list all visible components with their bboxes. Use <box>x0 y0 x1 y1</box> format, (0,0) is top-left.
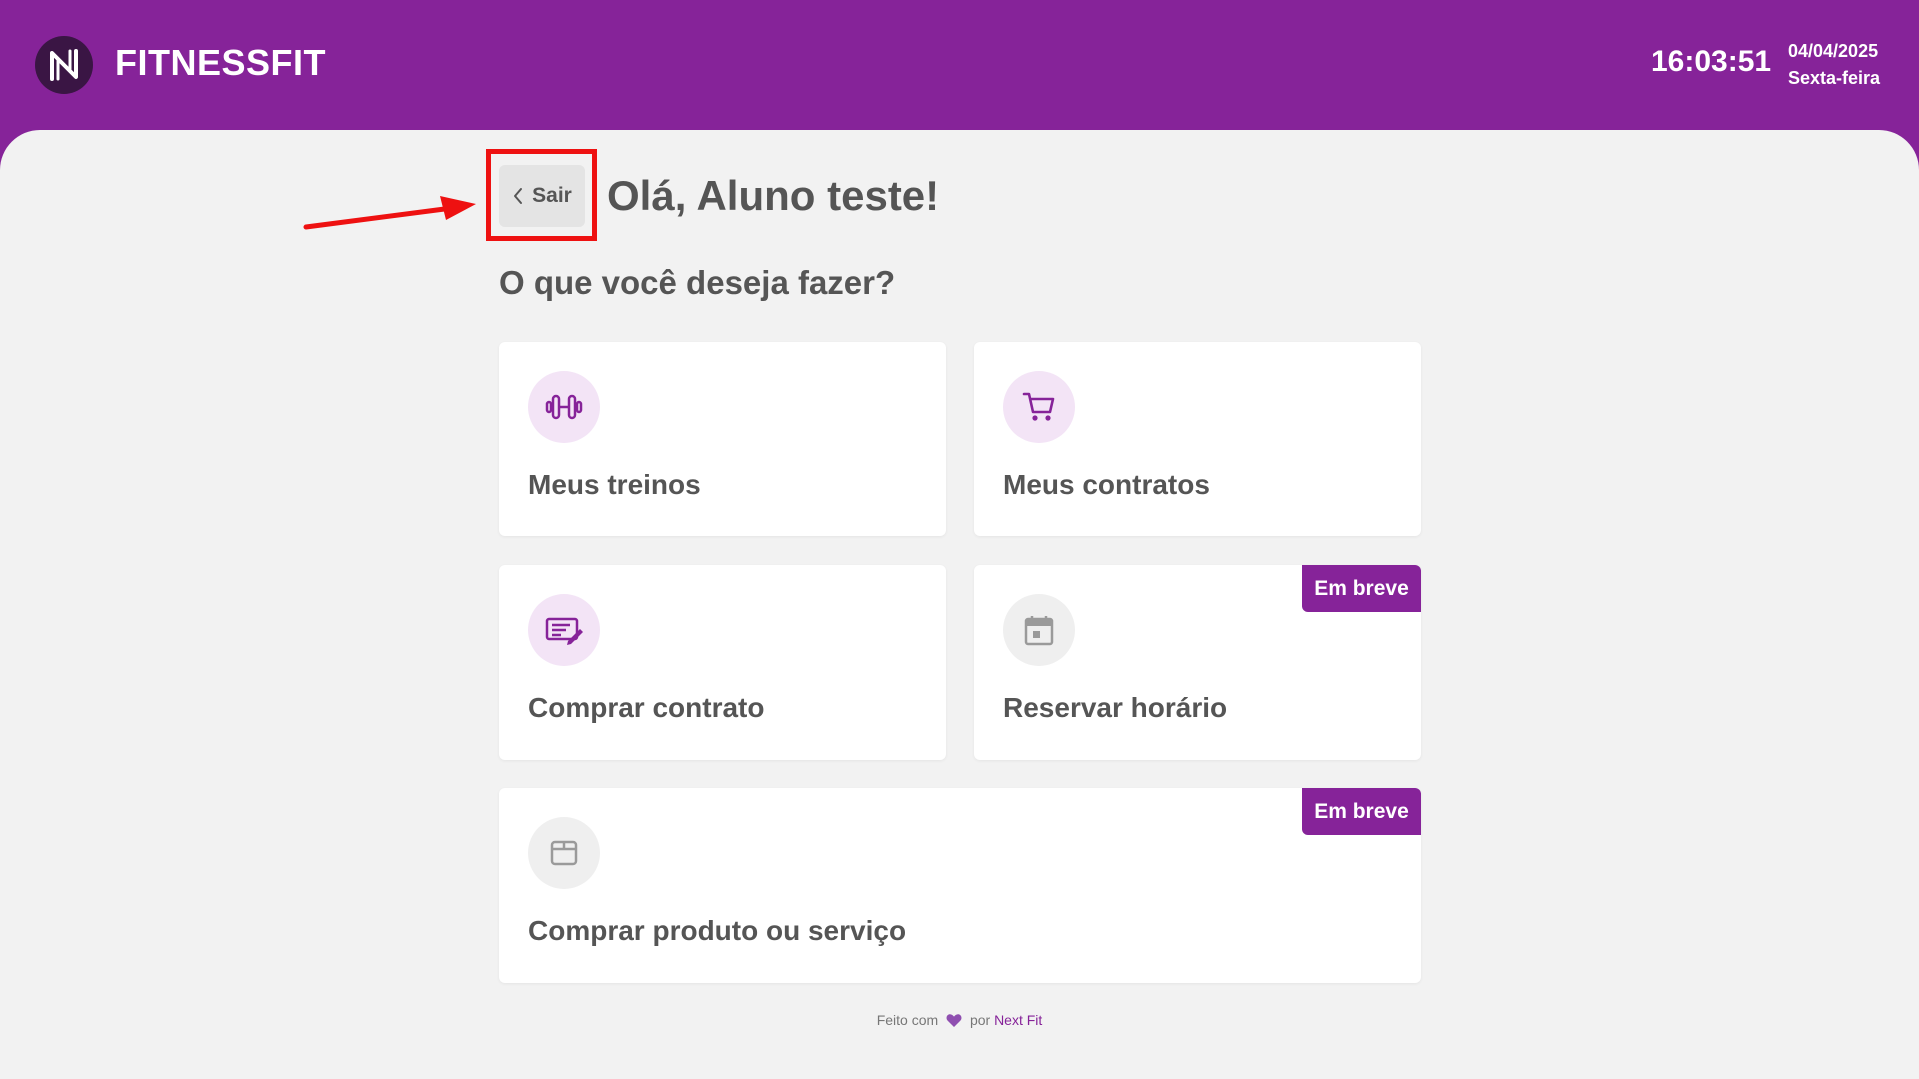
card-label: Meus contratos <box>1003 469 1210 500</box>
card-comprar-contrato[interactable]: Comprar contrato <box>499 565 946 760</box>
current-date-block: 04/04/2025 Sexta-feira <box>1788 38 1880 92</box>
footer: Feito com por Next Fit <box>0 1012 1919 1028</box>
brand-name: FITNESSFIT <box>115 42 326 83</box>
current-date: 04/04/2025 <box>1788 41 1879 61</box>
card-label: Meus treinos <box>528 469 701 500</box>
card-reservar-horario[interactable]: Reservar horário Em breve <box>974 565 1421 760</box>
current-weekday: Sexta-feira <box>1788 68 1881 88</box>
annotation-highlight-box <box>486 149 597 241</box>
app-header: FITNESSFIT 16:03:51 04/04/2025 Sexta-fei… <box>0 0 1919 131</box>
card-meus-contratos[interactable]: Meus contratos <box>974 342 1421 536</box>
greeting-title: Olá, Aluno teste! <box>607 172 940 219</box>
next-fit-link[interactable]: Next Fit <box>994 1012 1042 1028</box>
heart-icon <box>946 1014 962 1027</box>
card-comprar-produto[interactable]: Comprar produto ou serviço Em breve <box>499 788 1421 983</box>
footer-by: por <box>969 1012 991 1028</box>
edit-document-icon <box>528 594 600 666</box>
dumbbell-icon <box>528 371 600 443</box>
coming-soon-badge: Em breve <box>1302 788 1421 835</box>
section-question: O que você deseja fazer? <box>499 264 896 301</box>
annotation-arrow <box>303 196 476 230</box>
next-fit-logo-icon <box>35 36 93 94</box>
current-time: 16:03:51 <box>1651 45 1772 78</box>
calendar-icon <box>1003 594 1075 666</box>
coming-soon-badge: Em breve <box>1302 565 1421 612</box>
footer-made-with: Feito com <box>876 1012 939 1028</box>
card-label: Comprar contrato <box>528 692 765 723</box>
cart-icon <box>1003 371 1075 443</box>
card-meus-treinos[interactable]: Meus treinos <box>499 342 946 536</box>
card-label: Comprar produto ou serviço <box>528 915 907 946</box>
package-icon <box>528 817 600 889</box>
card-label: Reservar horário <box>1003 692 1228 723</box>
